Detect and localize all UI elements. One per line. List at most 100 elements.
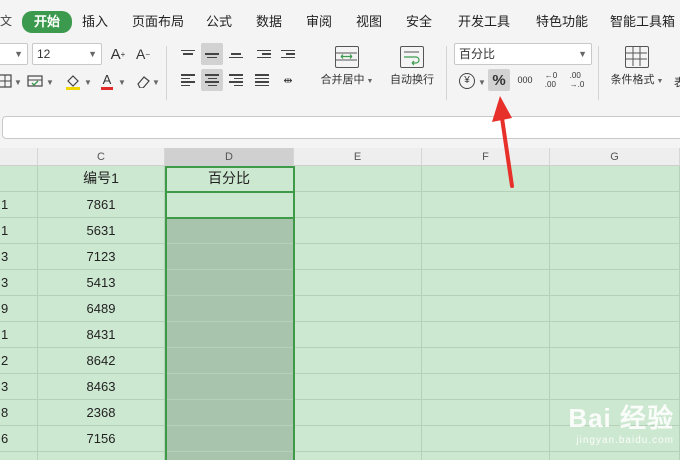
cell-f[interactable] xyxy=(422,426,550,451)
cell-c[interactable] xyxy=(38,452,165,460)
cell-e[interactable] xyxy=(294,348,422,373)
cell-g[interactable] xyxy=(550,452,680,460)
cell-g[interactable] xyxy=(550,192,680,217)
cell-g[interactable] xyxy=(550,348,680,373)
column-header-c[interactable]: C xyxy=(38,148,165,166)
cell-d[interactable] xyxy=(165,348,294,373)
cell-e[interactable] xyxy=(294,400,422,425)
tab-smart-toolbox[interactable]: 智能工具箱 xyxy=(610,12,675,32)
cell-e[interactable] xyxy=(294,374,422,399)
tab-review[interactable]: 审阅 xyxy=(306,12,332,32)
increase-decimal-icon[interactable]: ←0 .00 xyxy=(540,69,562,91)
cell-b[interactable]: 1 xyxy=(0,192,38,217)
align-top-icon[interactable] xyxy=(177,43,199,65)
cell-f[interactable] xyxy=(422,400,550,425)
justify-icon[interactable] xyxy=(251,69,273,91)
cell-b[interactable]: 9 xyxy=(0,296,38,321)
thousands-separator-icon[interactable]: 000 xyxy=(514,69,536,91)
table-style-label[interactable]: 表 xyxy=(674,74,680,90)
cell-f[interactable] xyxy=(422,296,550,321)
cell-e[interactable] xyxy=(294,296,422,321)
column-header-b[interactable] xyxy=(0,148,38,166)
cell-e[interactable] xyxy=(294,426,422,451)
cell-d[interactable] xyxy=(165,374,294,399)
chevron-down-icon[interactable]: ▼ xyxy=(152,78,160,87)
cell-style-icon[interactable] xyxy=(24,70,46,92)
chevron-down-icon[interactable]: ▼ xyxy=(46,78,54,87)
align-bottom-icon[interactable] xyxy=(225,43,247,65)
column-header-d[interactable]: D xyxy=(165,148,294,166)
cell-d[interactable] xyxy=(165,400,294,425)
cell-d[interactable] xyxy=(165,244,294,269)
cell-b[interactable]: 8 xyxy=(0,400,38,425)
tab-view[interactable]: 视图 xyxy=(356,12,382,32)
cell-d-active[interactable] xyxy=(165,192,294,217)
tab-formulas[interactable]: 公式 xyxy=(206,12,232,32)
cell-b[interactable]: 1 xyxy=(0,322,38,347)
cell-e[interactable] xyxy=(294,218,422,243)
cell-b-header[interactable] xyxy=(0,166,38,191)
cell-g[interactable] xyxy=(550,270,680,295)
cell-e[interactable] xyxy=(294,192,422,217)
font-size-combo[interactable]: 12 ▼ xyxy=(32,43,102,65)
tab-insert[interactable]: 插入 xyxy=(82,12,108,32)
chevron-down-icon[interactable]: ▼ xyxy=(84,78,92,87)
tab-features[interactable]: 特色功能 xyxy=(536,12,588,32)
cell-f[interactable] xyxy=(422,322,550,347)
cell-b[interactable]: 1 xyxy=(0,218,38,243)
font-color-icon[interactable]: A xyxy=(96,70,118,92)
cell-d[interactable] xyxy=(165,296,294,321)
cell-b[interactable] xyxy=(0,452,38,460)
cell-d[interactable] xyxy=(165,270,294,295)
cell-c[interactable]: 8431 xyxy=(38,322,165,347)
cell-f[interactable] xyxy=(422,244,550,269)
cell-g[interactable] xyxy=(550,166,680,191)
cell-f[interactable] xyxy=(422,270,550,295)
column-header-e[interactable]: E xyxy=(294,148,422,166)
cell-d[interactable] xyxy=(165,322,294,347)
cell-f[interactable] xyxy=(422,452,550,460)
cell-c[interactable]: 7861 xyxy=(38,192,165,217)
menu-file-fragment[interactable]: 文 xyxy=(0,12,12,29)
cell-d[interactable] xyxy=(165,218,294,243)
cell-c[interactable]: 8642 xyxy=(38,348,165,373)
cell-c[interactable]: 7156 xyxy=(38,426,165,451)
cell-f[interactable] xyxy=(422,348,550,373)
cell-c[interactable]: 8463 xyxy=(38,374,165,399)
chevron-down-icon[interactable]: ▼ xyxy=(14,78,22,87)
column-header-g[interactable]: G xyxy=(550,148,680,166)
cell-e[interactable] xyxy=(294,452,422,460)
chevron-down-icon[interactable]: ▼ xyxy=(118,78,126,87)
cell-b[interactable]: 2 xyxy=(0,348,38,373)
cell-d[interactable] xyxy=(165,452,294,460)
merge-center-button[interactable]: 合并居中 ▼ xyxy=(316,46,378,87)
formula-input[interactable] xyxy=(2,116,680,139)
cell-b[interactable]: 3 xyxy=(0,244,38,269)
cell-g[interactable] xyxy=(550,374,680,399)
cell-b[interactable]: 3 xyxy=(0,374,38,399)
number-format-combo[interactable]: 百分比 ▼ xyxy=(454,43,592,65)
conditional-format-button[interactable]: 条件格式 ▼ xyxy=(604,46,670,87)
eraser-icon[interactable] xyxy=(132,70,154,92)
cell-c[interactable]: 6489 xyxy=(38,296,165,321)
cell-header-c[interactable]: 编号1 xyxy=(38,166,165,191)
tab-home[interactable]: 开始 xyxy=(22,11,73,33)
cell-header-d[interactable]: 百分比 xyxy=(165,166,294,191)
cell-f[interactable] xyxy=(422,374,550,399)
decrease-indent-icon[interactable] xyxy=(253,43,275,65)
decrease-decimal-icon[interactable]: .00 →.0 xyxy=(566,69,588,91)
increase-font-size-button[interactable]: A + xyxy=(107,43,129,65)
cell-c[interactable]: 5413 xyxy=(38,270,165,295)
cell-g[interactable] xyxy=(550,218,680,243)
cell-e[interactable] xyxy=(294,322,422,347)
font-name-combo[interactable]: ▼ xyxy=(0,43,28,65)
align-right-icon[interactable] xyxy=(225,69,247,91)
cell-e[interactable] xyxy=(294,244,422,269)
align-center-icon[interactable] xyxy=(201,69,223,91)
currency-icon[interactable]: ¥ xyxy=(456,70,478,92)
cell-d[interactable] xyxy=(165,426,294,451)
distributed-align-icon[interactable]: ⇹ xyxy=(277,69,299,91)
cell-g[interactable] xyxy=(550,296,680,321)
wrap-text-button[interactable]: 自动换行 xyxy=(384,46,440,87)
tab-page-layout[interactable]: 页面布局 xyxy=(132,12,184,32)
